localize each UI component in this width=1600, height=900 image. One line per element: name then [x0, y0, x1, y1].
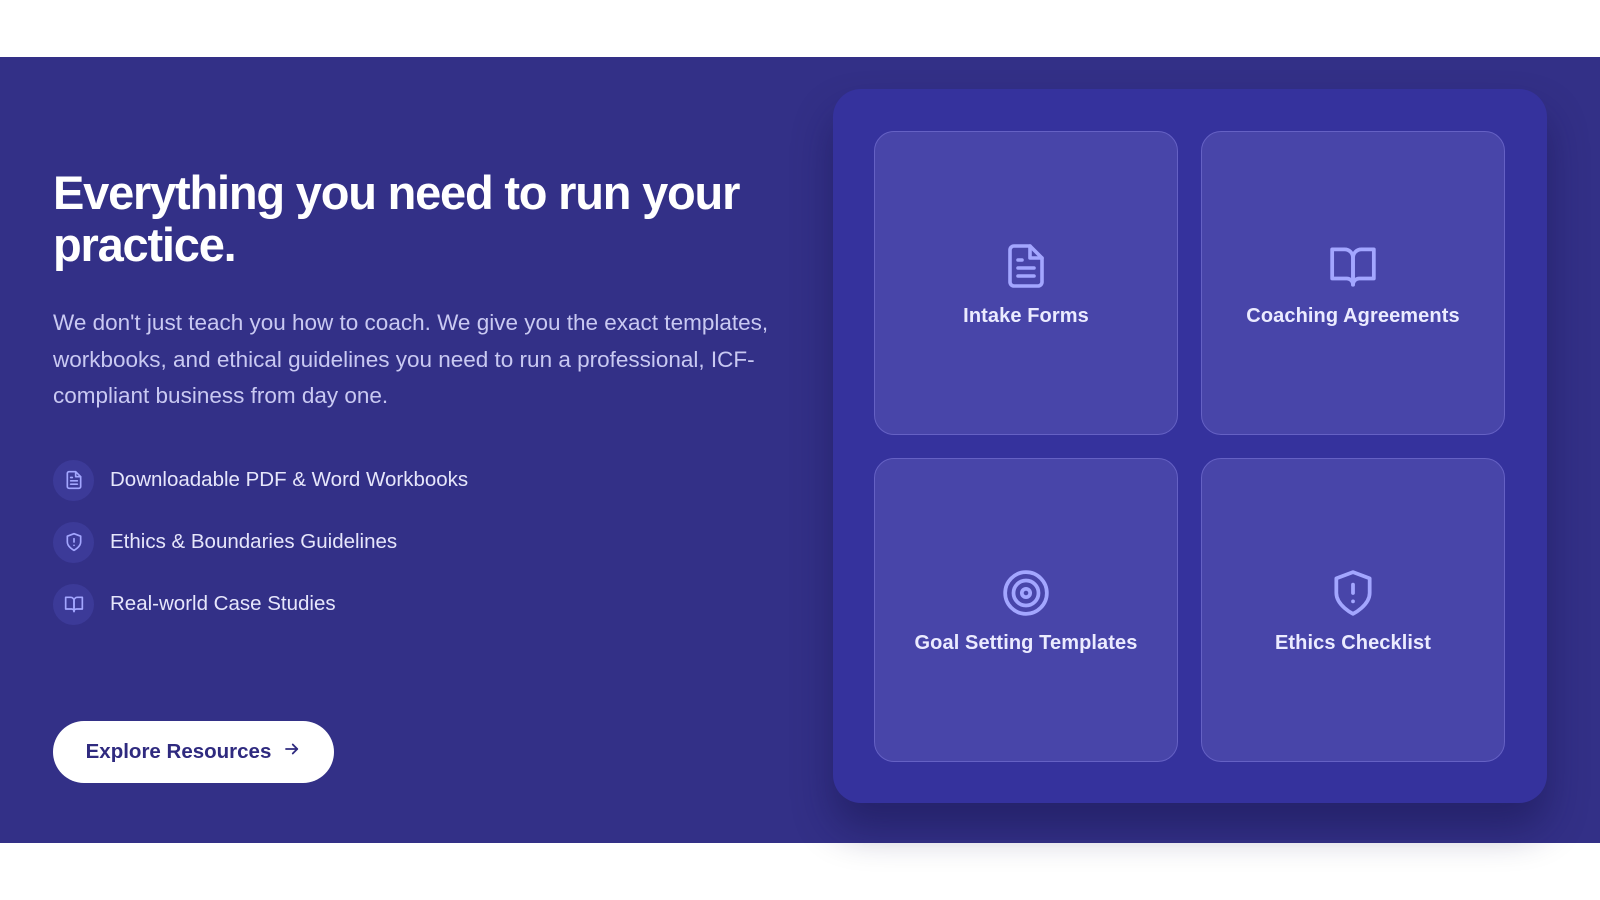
resources-section: Everything you need to run your practice… — [0, 57, 1600, 843]
shield-alert-icon — [1326, 566, 1380, 620]
document-icon — [53, 459, 94, 501]
card-label: Goal Setting Templates — [914, 631, 1138, 654]
card-label: Ethics Checklist — [1274, 631, 1432, 654]
resource-card-intake-forms[interactable]: Intake Forms — [874, 131, 1178, 435]
open-book-icon — [53, 583, 94, 625]
feature-label: Real-world Case Studies — [110, 592, 336, 615]
hero-content: Everything you need to run your practice… — [53, 166, 773, 783]
hero-description: We don't just teach you how to coach. We… — [53, 310, 769, 408]
resource-card-goal-setting-templates[interactable]: Goal Setting Templates — [874, 458, 1178, 762]
feature-label: Downloadable PDF & Word Workbooks — [110, 468, 469, 491]
arrow-right-icon — [283, 740, 301, 764]
resource-card-coaching-agreements[interactable]: Coaching Agreements — [1201, 131, 1505, 435]
feature-item-workbooks: Downloadable PDF & Word Workbooks — [53, 459, 773, 502]
resource-card-ethics-checklist[interactable]: Ethics Checklist — [1201, 458, 1505, 762]
button-label: Explore Resources — [85, 740, 272, 763]
page-title: Everything you need to run your practice… — [53, 166, 740, 271]
target-icon — [999, 566, 1053, 620]
card-label: Coaching Agreements — [1246, 304, 1460, 327]
feature-item-ethics: Ethics & Boundaries Guidelines — [53, 521, 773, 564]
explore-resources-button[interactable]: Explore Resources — [53, 721, 334, 783]
card-label: Intake Forms — [963, 304, 1089, 327]
shield-icon — [53, 521, 94, 563]
feature-item-case-studies: Real-world Case Studies — [53, 583, 773, 626]
document-icon — [999, 239, 1053, 293]
resources-panel: Intake Forms Coaching Agreements Goal Se… — [833, 89, 1547, 803]
feature-list: Downloadable PDF & Word Workbooks Ethics… — [53, 459, 773, 626]
feature-label: Ethics & Boundaries Guidelines — [110, 530, 398, 553]
open-book-icon — [1326, 239, 1380, 293]
